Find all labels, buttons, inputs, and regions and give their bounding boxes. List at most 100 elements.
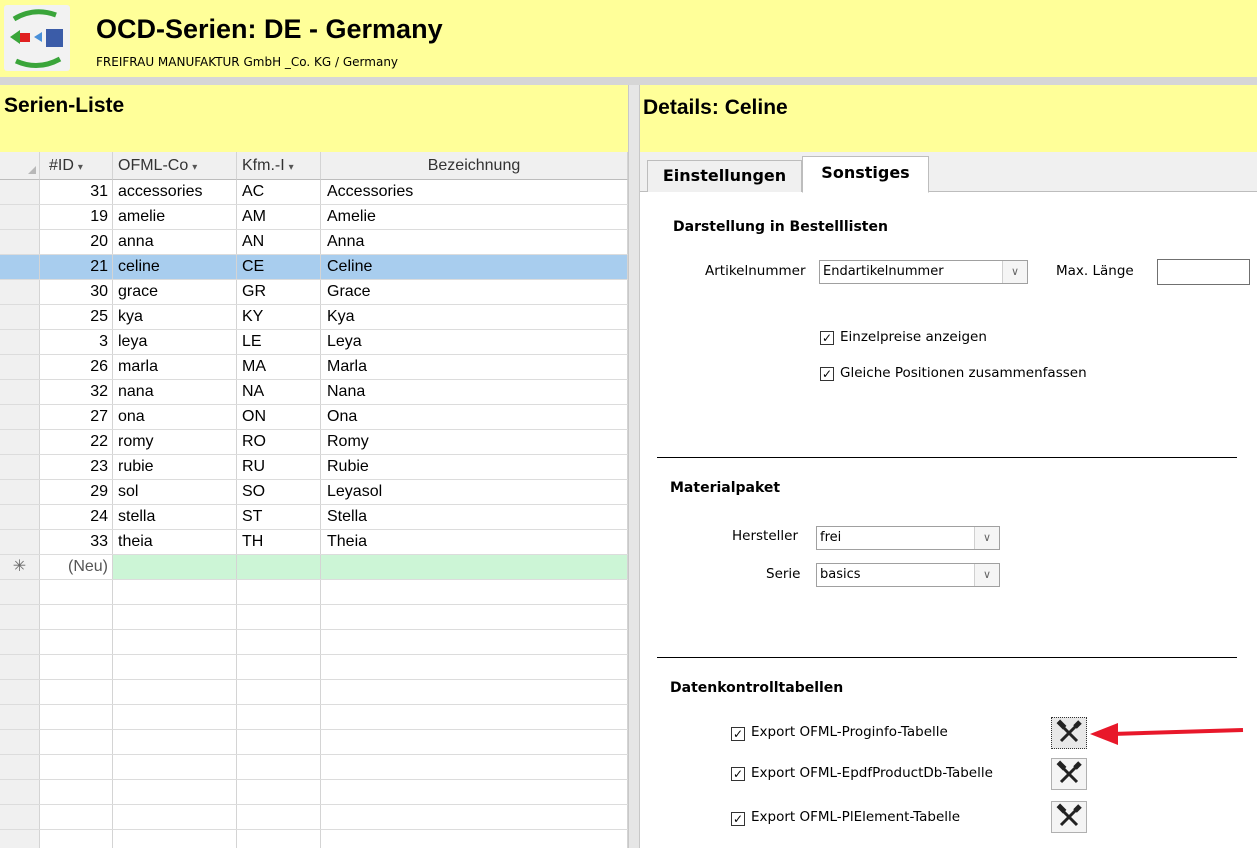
- table-row[interactable]: 25 kya KY Kya: [0, 305, 628, 330]
- cell-bezeichnung[interactable]: Stella: [321, 505, 628, 529]
- einzelpreise-checkbox[interactable]: ✓: [820, 331, 834, 345]
- export-proginfo-checkbox[interactable]: ✓: [731, 727, 745, 741]
- chevron-down-icon[interactable]: ∨: [1002, 261, 1027, 283]
- cell-id[interactable]: 25: [40, 305, 113, 329]
- column-header-ofml-code[interactable]: OFML-Co ▾: [113, 152, 237, 180]
- cell-id[interactable]: 23: [40, 455, 113, 479]
- cell-bezeichnung[interactable]: Kya: [321, 305, 628, 329]
- chevron-down-icon[interactable]: ∨: [974, 564, 999, 586]
- cell-id[interactable]: 21: [40, 255, 113, 279]
- cell-id[interactable]: 33: [40, 530, 113, 554]
- cell-id[interactable]: 3: [40, 330, 113, 354]
- cell-ofml-code[interactable]: anna: [113, 230, 237, 254]
- series-datasheet[interactable]: #ID ▾ OFML-Co ▾ Kfm.-I ▾ Bezeichnung 31 acce…: [0, 152, 628, 848]
- cell-kfm[interactable]: KY: [237, 305, 321, 329]
- cell-bezeichnung[interactable]: Leya: [321, 330, 628, 354]
- cell-bezeichnung[interactable]: Nana: [321, 380, 628, 404]
- cell-kfm[interactable]: CE: [237, 255, 321, 279]
- table-row[interactable]: 19 amelie AM Amelie: [0, 205, 628, 230]
- cell-kfm[interactable]: GR: [237, 280, 321, 304]
- table-row[interactable]: 21 celine CE Celine: [0, 255, 628, 280]
- row-selector[interactable]: [0, 430, 40, 454]
- cell-id[interactable]: 20: [40, 230, 113, 254]
- cell-bezeichnung[interactable]: Marla: [321, 355, 628, 379]
- cell-ofml-code[interactable]: [113, 555, 237, 579]
- row-selector[interactable]: [0, 305, 40, 329]
- column-header-id[interactable]: #ID ▾: [40, 152, 113, 180]
- row-selector[interactable]: [0, 380, 40, 404]
- cell-id[interactable]: 19: [40, 205, 113, 229]
- cell-ofml-code[interactable]: rubie: [113, 455, 237, 479]
- cell-ofml-code[interactable]: leya: [113, 330, 237, 354]
- chevron-down-icon[interactable]: ▾: [289, 162, 294, 173]
- gleiche-positionen-checkbox[interactable]: ✓: [820, 367, 834, 381]
- cell-kfm[interactable]: AN: [237, 230, 321, 254]
- cell-kfm[interactable]: NA: [237, 380, 321, 404]
- cell-ofml-code[interactable]: ona: [113, 405, 237, 429]
- row-selector[interactable]: [0, 355, 40, 379]
- cell-kfm[interactable]: ON: [237, 405, 321, 429]
- chevron-down-icon[interactable]: ▾: [192, 162, 197, 173]
- export-proginfo-button[interactable]: [1051, 717, 1087, 749]
- cell-ofml-code[interactable]: grace: [113, 280, 237, 304]
- max-laenge-input[interactable]: [1157, 259, 1250, 285]
- row-selector[interactable]: [0, 255, 40, 279]
- cell-bezeichnung[interactable]: Rubie: [321, 455, 628, 479]
- row-selector[interactable]: [0, 205, 40, 229]
- tab-einstellungen[interactable]: Einstellungen: [647, 160, 802, 192]
- chevron-down-icon[interactable]: ▾: [78, 162, 83, 173]
- tab-sonstiges[interactable]: Sonstiges: [802, 156, 929, 193]
- cell-ofml-code[interactable]: kya: [113, 305, 237, 329]
- row-selector[interactable]: [0, 505, 40, 529]
- cell-id[interactable]: 22: [40, 430, 113, 454]
- cell-bezeichnung[interactable]: Romy: [321, 430, 628, 454]
- artikelnummer-combo[interactable]: Endartikelnummer ∨: [819, 260, 1028, 284]
- cell-ofml-code[interactable]: celine: [113, 255, 237, 279]
- cell-bezeichnung[interactable]: [321, 555, 628, 579]
- table-row[interactable]: 23 rubie RU Rubie: [0, 455, 628, 480]
- cell-kfm[interactable]: [237, 555, 321, 579]
- table-row[interactable]: 32 nana NA Nana: [0, 380, 628, 405]
- row-selector[interactable]: [0, 180, 40, 204]
- cell-kfm[interactable]: SO: [237, 480, 321, 504]
- row-selector[interactable]: [0, 280, 40, 304]
- export-plelement-checkbox[interactable]: ✓: [731, 812, 745, 826]
- table-row[interactable]: 3 leya LE Leya: [0, 330, 628, 355]
- cell-kfm[interactable]: LE: [237, 330, 321, 354]
- chevron-down-icon[interactable]: ∨: [974, 527, 999, 549]
- cell-ofml-code[interactable]: sol: [113, 480, 237, 504]
- cell-id[interactable]: 24: [40, 505, 113, 529]
- row-selector[interactable]: [0, 480, 40, 504]
- cell-kfm[interactable]: AM: [237, 205, 321, 229]
- cell-bezeichnung[interactable]: Ona: [321, 405, 628, 429]
- select-all-corner[interactable]: [0, 152, 40, 180]
- table-row[interactable]: 20 anna AN Anna: [0, 230, 628, 255]
- cell-ofml-code[interactable]: amelie: [113, 205, 237, 229]
- table-row[interactable]: 30 grace GR Grace: [0, 280, 628, 305]
- cell-kfm[interactable]: AC: [237, 180, 321, 204]
- export-epdfproductdb-button[interactable]: [1051, 758, 1087, 790]
- cell-ofml-code[interactable]: theia: [113, 530, 237, 554]
- table-row[interactable]: 22 romy RO Romy: [0, 430, 628, 455]
- table-row[interactable]: 24 stella ST Stella: [0, 505, 628, 530]
- cell-kfm[interactable]: MA: [237, 355, 321, 379]
- column-header-bezeichnung[interactable]: Bezeichnung: [321, 152, 628, 180]
- cell-bezeichnung[interactable]: Anna: [321, 230, 628, 254]
- cell-id[interactable]: 32: [40, 380, 113, 404]
- cell-id[interactable]: 26: [40, 355, 113, 379]
- new-record-row[interactable]: ✳ (Neu): [0, 555, 628, 580]
- cell-id[interactable]: 29: [40, 480, 113, 504]
- hersteller-combo[interactable]: frei ∨: [816, 526, 1000, 550]
- cell-kfm[interactable]: ST: [237, 505, 321, 529]
- cell-bezeichnung[interactable]: Theia: [321, 530, 628, 554]
- cell-ofml-code[interactable]: romy: [113, 430, 237, 454]
- row-selector[interactable]: [0, 230, 40, 254]
- row-selector[interactable]: [0, 530, 40, 554]
- column-header-kfm[interactable]: Kfm.-I ▾: [237, 152, 321, 180]
- cell-bezeichnung[interactable]: Accessories: [321, 180, 628, 204]
- cell-bezeichnung[interactable]: Leyasol: [321, 480, 628, 504]
- table-row[interactable]: 27 ona ON Ona: [0, 405, 628, 430]
- export-plelement-button[interactable]: [1051, 801, 1087, 833]
- row-selector[interactable]: [0, 405, 40, 429]
- cell-bezeichnung[interactable]: Amelie: [321, 205, 628, 229]
